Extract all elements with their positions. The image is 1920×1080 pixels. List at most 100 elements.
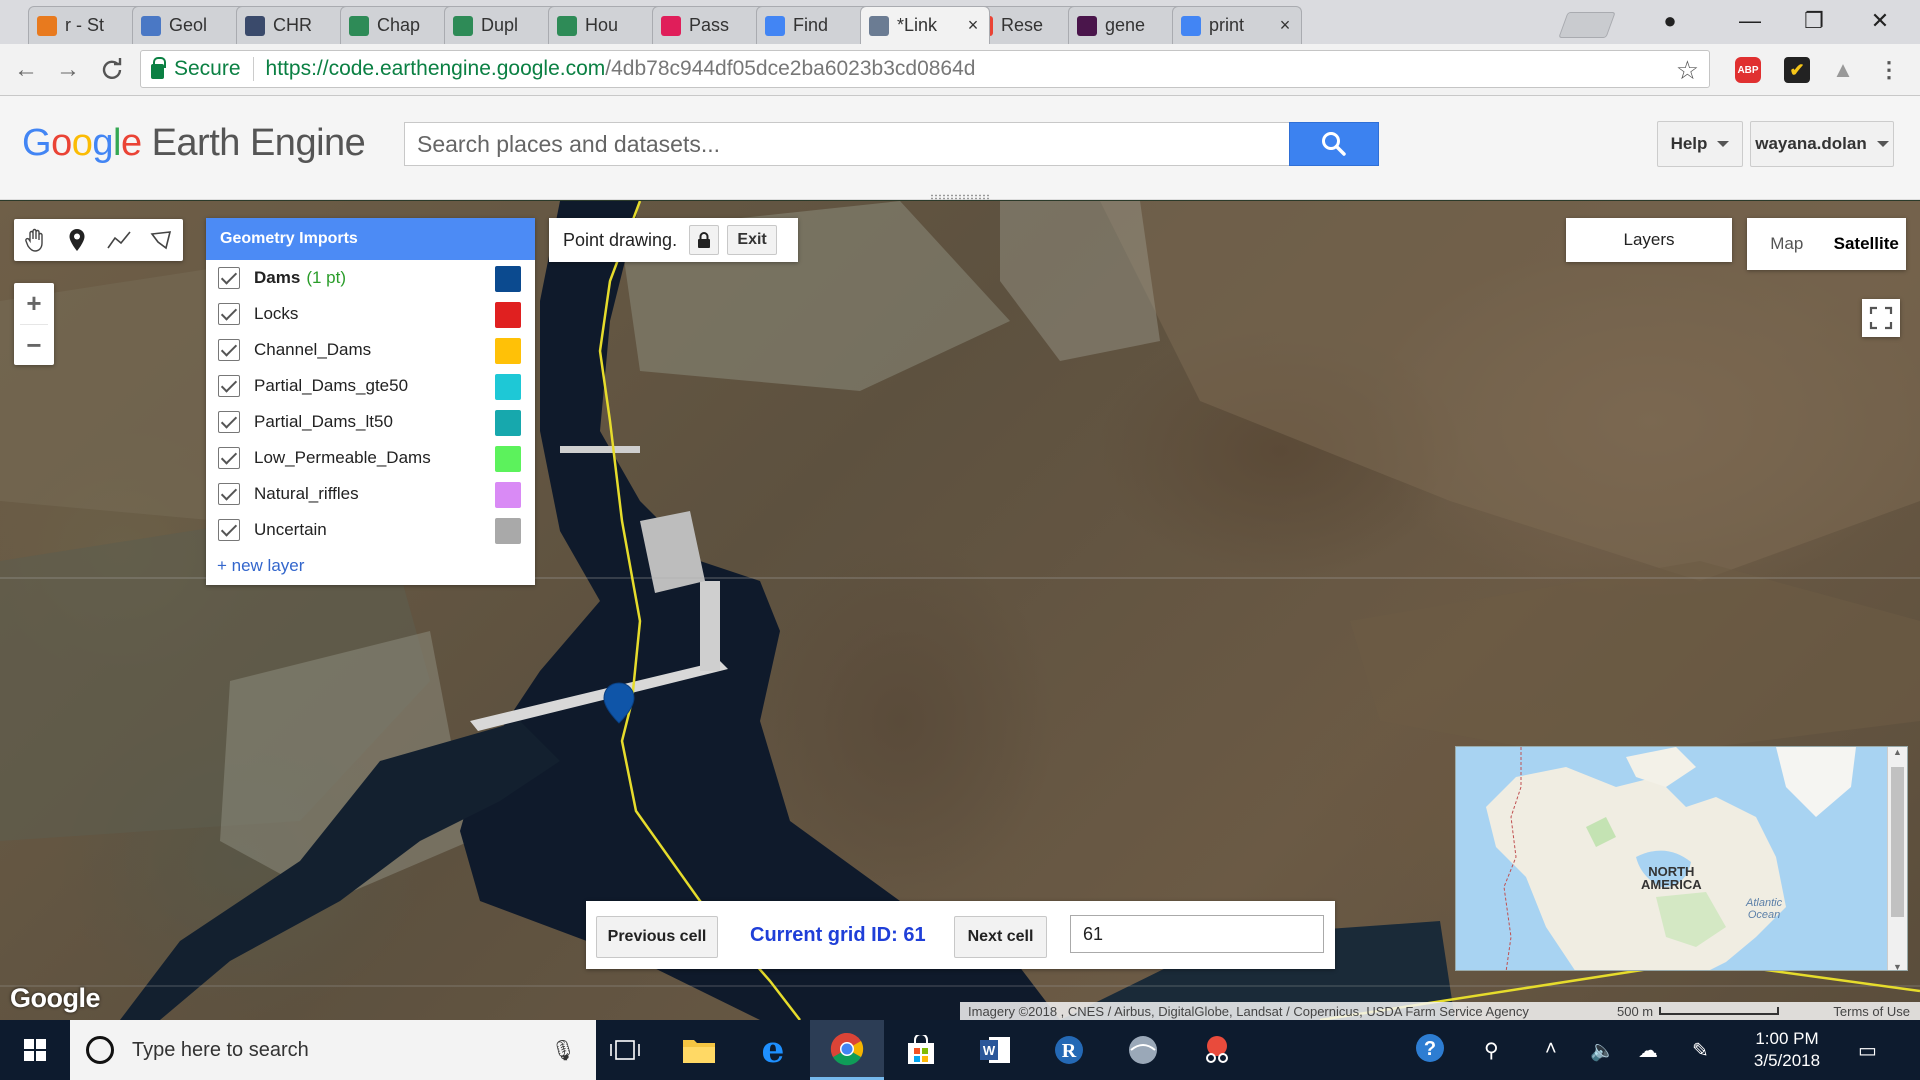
layer-name[interactable]: Partial_Dams_gte50	[254, 376, 408, 396]
layers-button[interactable]: Layers	[1566, 218, 1732, 262]
exit-drawing-button[interactable]: Exit	[727, 225, 778, 255]
grid-id-input[interactable]: 61	[1070, 915, 1324, 953]
pen-icon[interactable]: ✎	[1692, 1038, 1709, 1063]
word-taskbar-icon[interactable]: W	[958, 1020, 1032, 1080]
drive-extension-icon[interactable]: ▲	[1830, 57, 1856, 83]
geometry-imports-title[interactable]: Geometry Imports	[206, 218, 535, 260]
layer-visibility-checkbox[interactable]	[218, 375, 240, 397]
minimize-button[interactable]: —	[1720, 6, 1780, 36]
chrome-taskbar-icon[interactable]	[810, 1020, 884, 1080]
system-clock[interactable]: 1:00 PM 3/5/2018	[1745, 1028, 1829, 1072]
zoom-in-button[interactable]: +	[14, 283, 54, 324]
tab-close-icon[interactable]: ×	[1277, 15, 1293, 36]
layer-color-swatch[interactable]	[495, 518, 521, 544]
search-input[interactable]: Search places and datasets...	[404, 122, 1291, 166]
geometry-layer-row[interactable]: Low_Permeable_Dams	[206, 440, 535, 476]
tab-close-icon[interactable]: ×	[965, 15, 981, 36]
add-marker-tool[interactable]	[56, 219, 98, 261]
taskbar-search-box[interactable]: Type here to search 🎙	[70, 1020, 596, 1080]
layer-color-swatch[interactable]	[495, 482, 521, 508]
layer-color-swatch[interactable]	[495, 266, 521, 292]
layer-name[interactable]: Dams	[254, 268, 300, 288]
layer-visibility-checkbox[interactable]	[218, 303, 240, 325]
next-cell-button[interactable]: Next cell	[954, 916, 1047, 958]
terms-of-use-link[interactable]: Terms of Use	[1833, 1004, 1920, 1019]
geometry-layer-row[interactable]: Uncertain	[206, 512, 535, 548]
checkmark-extension-icon[interactable]: ✔	[1784, 57, 1810, 83]
user-account-button[interactable]: wayana.dolan	[1750, 121, 1894, 167]
fullscreen-button[interactable]	[1862, 299, 1900, 337]
layer-visibility-checkbox[interactable]	[218, 267, 240, 289]
help-tray-icon[interactable]: ?	[1414, 1032, 1446, 1070]
snipping-tool-taskbar-icon[interactable]	[1180, 1020, 1254, 1080]
layer-name[interactable]: Partial_Dams_lt50	[254, 412, 393, 432]
draw-line-tool[interactable]	[98, 219, 140, 261]
task-view-button[interactable]	[588, 1020, 662, 1080]
r-taskbar-icon[interactable]: R	[1032, 1020, 1106, 1080]
layer-visibility-checkbox[interactable]	[218, 519, 240, 541]
search-button[interactable]	[1289, 122, 1379, 166]
scroll-down-icon[interactable]: ▼	[1888, 962, 1907, 970]
file-explorer-taskbar-icon[interactable]	[662, 1020, 736, 1080]
layer-color-swatch[interactable]	[495, 302, 521, 328]
onedrive-icon[interactable]: ☁	[1638, 1038, 1658, 1063]
scrollbar-thumb[interactable]	[1891, 767, 1904, 917]
scroll-up-icon[interactable]: ▲	[1888, 747, 1907, 757]
browser-tab[interactable]: *Link ×	[860, 6, 990, 44]
new-tab-button[interactable]	[1558, 12, 1616, 38]
menu-kebab-icon[interactable]: ⋮	[1876, 57, 1902, 83]
layer-visibility-checkbox[interactable]	[218, 411, 240, 433]
lock-button[interactable]	[689, 225, 720, 255]
microphone-icon[interactable]: 🎙	[551, 1038, 576, 1063]
earth-engine-logo[interactable]: Google Earth Engine	[22, 122, 366, 165]
minimap-scrollbar[interactable]: ▲ ▼	[1887, 747, 1907, 970]
volume-icon[interactable]: 🔈	[1590, 1038, 1615, 1063]
geometry-layer-row[interactable]: Channel_Dams	[206, 332, 535, 368]
overview-minimap[interactable]: NORTH AMERICA Atlantic Ocean ▲ ▼	[1455, 746, 1908, 971]
layer-color-swatch[interactable]	[495, 410, 521, 436]
layer-color-swatch[interactable]	[495, 446, 521, 472]
account-icon[interactable]: ●	[1640, 6, 1700, 36]
store-taskbar-icon[interactable]	[884, 1020, 958, 1080]
notifications-icon[interactable]: ▭	[1858, 1038, 1877, 1063]
start-button[interactable]	[0, 1020, 70, 1080]
layer-visibility-checkbox[interactable]	[218, 483, 240, 505]
map-canvas[interactable]: + − Geometry Imports Dams (1 pt) Locks Chan…	[0, 201, 1920, 1020]
maximize-button[interactable]: ❐	[1784, 6, 1844, 36]
close-window-button[interactable]: ✕	[1850, 6, 1910, 36]
zoom-out-button[interactable]: −	[14, 325, 54, 366]
edge-taskbar-icon[interactable]: e	[736, 1020, 810, 1080]
geometry-layer-row[interactable]: Locks	[206, 296, 535, 332]
help-button[interactable]: Help	[1657, 121, 1743, 167]
panel-resize-handle[interactable]	[930, 194, 990, 200]
layer-name[interactable]: Natural_riffles	[254, 484, 359, 504]
google-earth-pro-taskbar-icon[interactable]	[1106, 1020, 1180, 1080]
forward-button[interactable]: →	[52, 54, 84, 86]
layer-name[interactable]: Uncertain	[254, 520, 327, 540]
back-button[interactable]: ←	[10, 54, 42, 86]
layer-name[interactable]: Locks	[254, 304, 298, 324]
layer-color-swatch[interactable]	[495, 374, 521, 400]
adblock-extension-icon[interactable]: ABP	[1735, 57, 1761, 83]
geometry-layer-row[interactable]: Partial_Dams_lt50	[206, 404, 535, 440]
pan-hand-tool[interactable]	[14, 219, 56, 261]
layer-color-swatch[interactable]	[495, 338, 521, 364]
layer-visibility-checkbox[interactable]	[218, 447, 240, 469]
layer-name[interactable]: Channel_Dams	[254, 340, 371, 360]
chevron-up-icon[interactable]: ˄	[1545, 1038, 1557, 1061]
browser-tab[interactable]: print ×	[1172, 6, 1302, 44]
map-type-satellite-button[interactable]: Satellite	[1827, 218, 1907, 270]
address-bar[interactable]: Secure https://code.earthengine.google.c…	[140, 50, 1710, 88]
reload-button[interactable]	[96, 54, 128, 86]
previous-cell-button[interactable]: Previous cell	[596, 916, 718, 958]
people-icon[interactable]: ⚲	[1484, 1038, 1499, 1063]
draw-shape-tool[interactable]	[140, 219, 182, 261]
secure-indicator[interactable]: Secure	[151, 56, 241, 81]
layer-visibility-checkbox[interactable]	[218, 339, 240, 361]
new-layer-link[interactable]: + new layer	[206, 548, 535, 584]
map-type-map-button[interactable]: Map	[1747, 218, 1827, 270]
bookmark-star-icon[interactable]: ☆	[1676, 55, 1699, 86]
geometry-layer-row[interactable]: Partial_Dams_gte50	[206, 368, 535, 404]
geometry-layer-row[interactable]: Natural_riffles	[206, 476, 535, 512]
layer-name[interactable]: Low_Permeable_Dams	[254, 448, 431, 468]
